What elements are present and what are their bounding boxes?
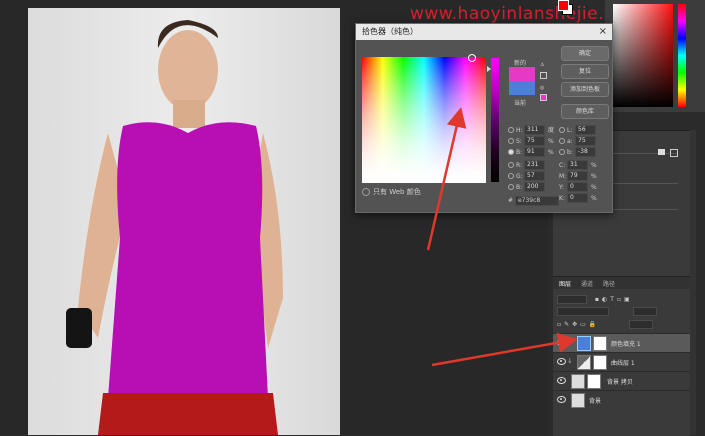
hue-field[interactable]: H: 311 度	[508, 125, 554, 135]
lab-b-field[interactable]: b: -38	[559, 147, 596, 157]
lab-l-field[interactable]: L: 56	[559, 125, 596, 135]
lab-a-field[interactable]: a: 75	[559, 136, 596, 146]
web-colors-label: 只有 Web 颜色	[373, 188, 421, 196]
lock-row[interactable]: ▫✎✥▭🔒	[557, 320, 654, 330]
foreground-color-swatch[interactable]	[558, 0, 569, 11]
green-field[interactable]: G: 57	[508, 171, 545, 181]
ok-button[interactable]: 确定	[561, 46, 609, 61]
curves-thumbnail[interactable]	[577, 355, 591, 370]
opacity-field[interactable]	[632, 307, 657, 316]
fill-layer-thumbnail[interactable]	[577, 336, 591, 351]
watermark: www.haoyinlanshejie.cn	[410, 4, 626, 24]
visibility-eye-icon[interactable]	[557, 339, 566, 346]
layers-tabs: 图层 通道 路径	[553, 277, 690, 289]
hue-slider[interactable]	[491, 58, 499, 182]
layer-row[interactable]: 背景	[553, 390, 690, 409]
blend-row[interactable]	[557, 307, 657, 317]
brightness-field[interactable]: B: 91%	[508, 147, 554, 157]
yellow-field[interactable]: Y: 0%	[559, 182, 597, 192]
camera-icon[interactable]	[658, 149, 665, 155]
foreground-background-colors[interactable]	[558, 0, 573, 15]
fill-field[interactable]	[629, 320, 654, 329]
tab-layers[interactable]: 图层	[559, 279, 571, 288]
reset-button[interactable]: 复位	[561, 64, 609, 79]
red-field[interactable]: R: 231	[508, 160, 545, 170]
visibility-eye-icon[interactable]	[557, 377, 566, 384]
blue-field[interactable]: B: 200	[508, 182, 545, 192]
layer-filter-row[interactable]: ▪◐T▫▣	[557, 295, 633, 305]
tab-paths[interactable]: 路径	[603, 279, 615, 288]
black-field[interactable]: K: 0%	[559, 193, 597, 203]
color-picker-dialog: 拾色器（纯色） × 只有 Web 颜色 新的 当前 ⚠ ◎ 确定 复位 添加到色…	[355, 23, 613, 213]
layer-mask-thumbnail[interactable]	[593, 336, 607, 351]
web-warning-icon[interactable]: ◎	[540, 85, 545, 91]
shirt-shape	[108, 122, 268, 398]
model-photo	[28, 8, 340, 435]
tab-channels[interactable]: 通道	[581, 279, 593, 288]
filter-kind-select[interactable]	[557, 295, 587, 304]
current-color-label: 当前	[514, 100, 527, 107]
visibility-eye-icon[interactable]	[557, 358, 566, 365]
layer-row[interactable]: 背景 拷贝	[553, 371, 690, 390]
gamut-warning-icon[interactable]: ⚠	[540, 62, 545, 68]
web-safe-swatch-icon[interactable]	[540, 94, 547, 101]
color-field[interactable]	[613, 4, 673, 107]
new-color-swatch	[509, 67, 535, 81]
model-illustration	[66, 20, 283, 435]
blend-mode-select[interactable]	[557, 307, 609, 316]
filter-icons[interactable]: ▪◐T▫▣	[595, 296, 633, 303]
panel-scrollbar[interactable]	[690, 130, 696, 435]
shorts-shape	[98, 393, 278, 435]
magenta-field[interactable]: M: 79%	[559, 171, 597, 181]
color-cursor[interactable]	[468, 54, 476, 62]
layer-name[interactable]: 颜色填充 1	[611, 339, 641, 348]
current-color-swatch[interactable]	[509, 81, 535, 95]
layers-panel: 图层 通道 路径 ▪◐T▫▣ ▫✎✥▭🔒 颜色填充 1 ↓ 曲线层 1 背景 拷…	[553, 276, 690, 436]
hex-input[interactable]: e739c8	[514, 196, 559, 206]
saturation-brightness-field[interactable]	[362, 57, 486, 183]
dialog-title: 拾色器（纯色）	[362, 27, 418, 36]
add-to-swatches-button[interactable]: 添加到色板	[561, 82, 609, 97]
layer-mask-thumbnail[interactable]	[593, 355, 607, 370]
web-colors-checkbox[interactable]	[362, 188, 370, 196]
layer-mask-thumbnail[interactable]	[587, 374, 601, 389]
layer-name[interactable]: 曲线层 1	[611, 358, 635, 367]
color-panel	[605, 0, 705, 112]
web-colors-only-option[interactable]: 只有 Web 颜色	[362, 187, 421, 197]
web-safe-cube-icon[interactable]	[540, 72, 547, 79]
hex-field[interactable]: # e739c8	[508, 196, 559, 206]
close-icon[interactable]: ×	[599, 24, 607, 40]
saturation-field[interactable]: S: 75%	[508, 136, 554, 146]
clip-arrow-icon: ↓	[567, 357, 573, 365]
layer-name[interactable]: 背景 拷贝	[607, 377, 633, 386]
photo-thumbnail[interactable]	[571, 393, 585, 408]
dialog-titlebar[interactable]: 拾色器（纯色） ×	[356, 24, 612, 40]
photo-thumbnail[interactable]	[571, 374, 585, 389]
new-color-label: 新的	[514, 60, 527, 67]
color-libraries-button[interactable]: 颜色库	[561, 104, 609, 119]
mask-icon[interactable]	[670, 149, 678, 157]
layer-row[interactable]: 颜色填充 1	[553, 333, 690, 352]
visibility-eye-icon[interactable]	[557, 396, 566, 403]
lock-icons[interactable]: ▫✎✥▭🔒	[557, 321, 599, 328]
cyan-field[interactable]: C: 31%	[559, 160, 597, 170]
hue-strip[interactable]	[678, 4, 686, 107]
layer-name[interactable]: 背景	[589, 396, 601, 405]
layer-row[interactable]: ↓ 曲线层 1	[553, 352, 690, 371]
